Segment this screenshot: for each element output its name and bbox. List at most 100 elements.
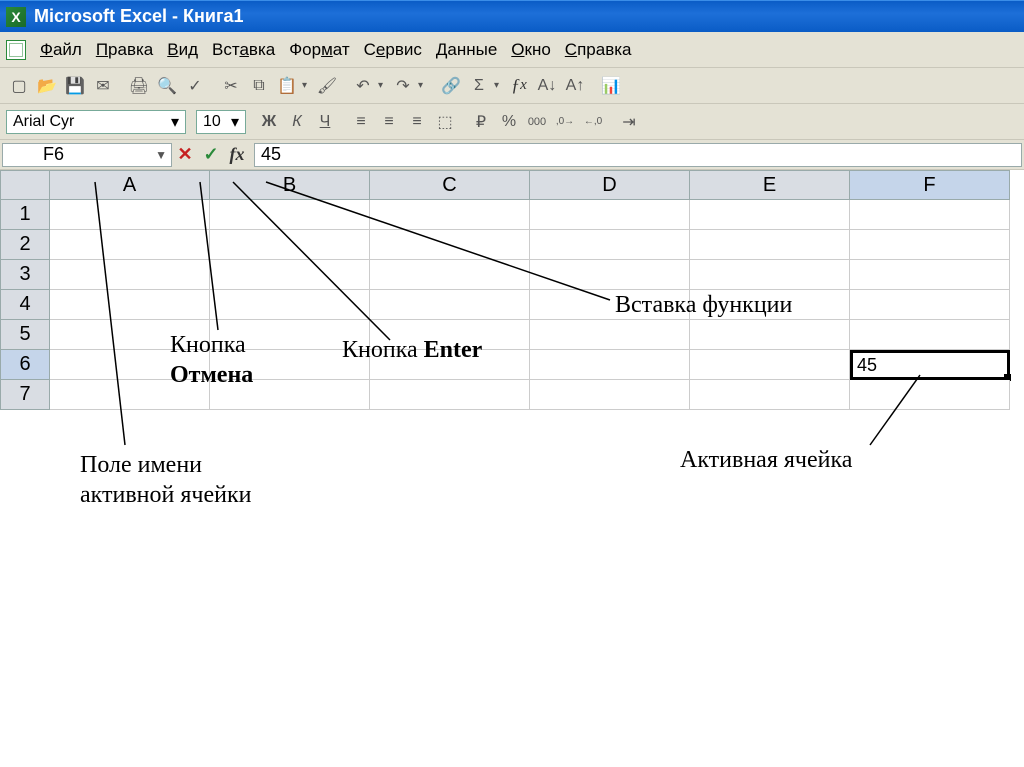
row-header-4[interactable]: 4 — [0, 290, 50, 320]
paste-dropdown-icon[interactable]: ▾ — [302, 80, 312, 91]
cell-F5[interactable] — [850, 320, 1010, 350]
chart-icon[interactable]: 📊 — [598, 73, 624, 99]
cell-D7[interactable] — [530, 380, 690, 410]
menu-data[interactable]: Данные — [436, 40, 497, 60]
cell-B4[interactable] — [210, 290, 370, 320]
document-icon[interactable] — [6, 40, 26, 60]
preview-icon[interactable]: 🔍 — [154, 73, 180, 99]
menu-format[interactable]: Формат — [289, 40, 349, 60]
percent-icon[interactable]: % — [496, 109, 522, 135]
redo-dropdown-icon[interactable]: ▾ — [418, 80, 428, 91]
cell-B3[interactable] — [210, 260, 370, 290]
cancel-button[interactable]: ✕ — [172, 143, 198, 167]
cell-A4[interactable] — [50, 290, 210, 320]
col-header-B[interactable]: B — [210, 170, 370, 200]
undo-icon[interactable]: ↶ — [350, 73, 376, 99]
cell-E3[interactable] — [690, 260, 850, 290]
select-all-corner[interactable] — [0, 170, 50, 200]
underline-button[interactable]: Ч — [312, 109, 338, 135]
format-painter-icon[interactable]: 🖌 — [314, 73, 340, 99]
cell-F2[interactable] — [850, 230, 1010, 260]
menu-view[interactable]: Вид — [167, 40, 198, 60]
redo-icon[interactable]: ↷ — [390, 73, 416, 99]
bold-button[interactable]: Ж — [256, 109, 282, 135]
cell-D5[interactable] — [530, 320, 690, 350]
merge-icon[interactable]: ⬚ — [432, 109, 458, 135]
menu-help[interactable]: Справка — [565, 40, 632, 60]
row-header-2[interactable]: 2 — [0, 230, 50, 260]
cell-D6[interactable] — [530, 350, 690, 380]
thousands-icon[interactable]: 000 — [524, 109, 550, 135]
formula-input[interactable]: 45 — [254, 143, 1022, 167]
cell-F6[interactable]: 45 — [850, 350, 1010, 380]
cell-E6[interactable] — [690, 350, 850, 380]
save-icon[interactable]: 💾 — [62, 73, 88, 99]
menu-insert[interactable]: Вставка — [212, 40, 275, 60]
sort-desc-icon[interactable]: A↑ — [562, 73, 588, 99]
cell-C4[interactable] — [370, 290, 530, 320]
col-header-D[interactable]: D — [530, 170, 690, 200]
insert-function-button[interactable]: fx — [224, 143, 250, 167]
menu-window[interactable]: Окно — [511, 40, 551, 60]
cell-E1[interactable] — [690, 200, 850, 230]
cell-E2[interactable] — [690, 230, 850, 260]
cell-D3[interactable] — [530, 260, 690, 290]
menu-tools[interactable]: Сервис — [364, 40, 422, 60]
cell-C1[interactable] — [370, 200, 530, 230]
decrease-decimal-icon[interactable]: ←,0 — [580, 109, 606, 135]
cell-C7[interactable] — [370, 380, 530, 410]
cell-A2[interactable] — [50, 230, 210, 260]
row-header-3[interactable]: 3 — [0, 260, 50, 290]
cell-A1[interactable] — [50, 200, 210, 230]
cell-E5[interactable] — [690, 320, 850, 350]
cell-F3[interactable] — [850, 260, 1010, 290]
print-icon[interactable]: 🖨 — [126, 73, 152, 99]
autosum-dropdown-icon[interactable]: ▾ — [494, 80, 504, 91]
cell-B1[interactable] — [210, 200, 370, 230]
chevron-down-icon[interactable]: ▼ — [155, 148, 167, 162]
increase-decimal-icon[interactable]: ,0→ — [552, 109, 578, 135]
open-icon[interactable]: 📂 — [34, 73, 60, 99]
paste-icon[interactable]: 📋 — [274, 73, 300, 99]
new-icon[interactable]: ▢ — [6, 73, 32, 99]
cell-D1[interactable] — [530, 200, 690, 230]
cell-A3[interactable] — [50, 260, 210, 290]
function-icon[interactable]: ƒx — [506, 73, 532, 99]
align-left-icon[interactable]: ≡ — [348, 109, 374, 135]
row-header-1[interactable]: 1 — [0, 200, 50, 230]
cell-B2[interactable] — [210, 230, 370, 260]
cut-icon[interactable]: ✂ — [218, 73, 244, 99]
enter-button[interactable]: ✓ — [198, 143, 224, 167]
cell-E7[interactable] — [690, 380, 850, 410]
row-header-7[interactable]: 7 — [0, 380, 50, 410]
spellcheck-icon[interactable]: ✓ — [182, 73, 208, 99]
cell-F4[interactable] — [850, 290, 1010, 320]
row-header-5[interactable]: 5 — [0, 320, 50, 350]
col-header-F[interactable]: F — [850, 170, 1010, 200]
hyperlink-icon[interactable]: 🔗 — [438, 73, 464, 99]
cell-C3[interactable] — [370, 260, 530, 290]
font-select[interactable]: Arial Cyr ▾ — [6, 110, 186, 134]
copy-icon[interactable]: ⧉ — [246, 73, 272, 99]
align-center-icon[interactable]: ≡ — [376, 109, 402, 135]
italic-button[interactable]: К — [284, 109, 310, 135]
name-box[interactable]: F6 ▼ — [2, 143, 172, 167]
sort-asc-icon[interactable]: A↓ — [534, 73, 560, 99]
menu-file[interactable]: Файл — [40, 40, 82, 60]
mail-icon[interactable]: ✉ — [90, 73, 116, 99]
font-size-select[interactable]: 10 ▾ — [196, 110, 246, 134]
cell-C2[interactable] — [370, 230, 530, 260]
worksheet[interactable]: A B C D E F 1 2 3 4 5 6 45 7 — [0, 170, 1024, 410]
indent-icon[interactable]: ⇥ — [616, 109, 642, 135]
row-header-6[interactable]: 6 — [0, 350, 50, 380]
col-header-C[interactable]: C — [370, 170, 530, 200]
autosum-icon[interactable]: Σ — [466, 73, 492, 99]
col-header-E[interactable]: E — [690, 170, 850, 200]
undo-dropdown-icon[interactable]: ▾ — [378, 80, 388, 91]
cell-F7[interactable] — [850, 380, 1010, 410]
cell-F1[interactable] — [850, 200, 1010, 230]
currency-icon[interactable]: ₽ — [468, 109, 494, 135]
menu-edit[interactable]: Правка — [96, 40, 153, 60]
col-header-A[interactable]: A — [50, 170, 210, 200]
cell-D2[interactable] — [530, 230, 690, 260]
